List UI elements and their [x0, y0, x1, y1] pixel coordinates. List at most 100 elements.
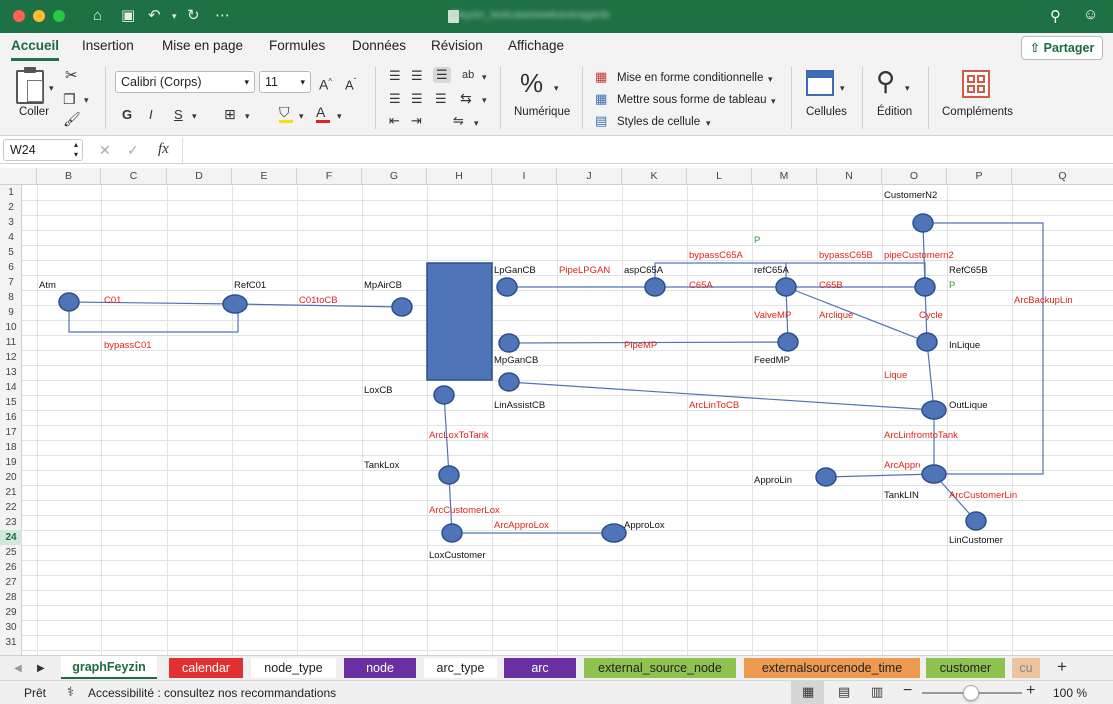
node-inlique[interactable]: [916, 332, 938, 352]
cell-label[interactable]: InLique: [949, 340, 980, 351]
cell-label[interactable]: ArcCustomerLin: [949, 490, 1017, 501]
text-direction-icon[interactable]: ⇋: [453, 113, 464, 129]
zoom-slider-thumb[interactable]: [963, 685, 979, 701]
cell-label[interactable]: Arclique: [819, 310, 853, 321]
node-lincustomer[interactable]: [965, 511, 987, 531]
text-direction-dropdown-icon[interactable]: ▾: [474, 115, 479, 131]
account-icon[interactable]: ☺: [1083, 6, 1098, 23]
table-format-button[interactable]: Mettre sous forme de tableau: [617, 93, 767, 107]
cell-label[interactable]: ArcApproLin: [884, 460, 920, 471]
row-header[interactable]: 12: [0, 350, 22, 365]
borders-icon[interactable]: ⊞: [224, 106, 236, 122]
row-header[interactable]: 17: [0, 425, 22, 440]
cell-label[interactable]: ArcApproLox: [494, 520, 549, 531]
row-header[interactable]: 6: [0, 260, 22, 275]
worksheet-grid[interactable]: Atm RefC01 C01 C01toCB bypassC01 MpAirCB…: [22, 185, 1113, 655]
node-tanklox[interactable]: [438, 465, 460, 485]
cell-label[interactable]: PipeLPGAN: [559, 265, 610, 276]
node-mpaircb[interactable]: [391, 297, 413, 317]
sheet-tab-arc-type[interactable]: arc_type: [424, 658, 497, 678]
cell-label[interactable]: ArcLoxToTank: [429, 430, 489, 441]
row-header[interactable]: 11: [0, 335, 22, 350]
cell-label[interactable]: C01: [104, 295, 121, 306]
scroll-right-icon[interactable]: ▶: [37, 661, 45, 677]
row-header[interactable]: 15: [0, 395, 22, 410]
row-header[interactable]: 31: [0, 635, 22, 650]
row-header[interactable]: 28: [0, 590, 22, 605]
zoom-window-button[interactable]: [53, 10, 65, 22]
row-header[interactable]: 21: [0, 485, 22, 500]
page-break-view-icon[interactable]: ▥: [871, 684, 883, 700]
node-approlox[interactable]: [601, 523, 627, 543]
cell-label[interactable]: ArcLinToCB: [689, 400, 739, 411]
cancel-icon[interactable]: ✕: [99, 142, 111, 158]
cell-label[interactable]: ApproLin: [754, 475, 792, 486]
paste-icon[interactable]: [16, 67, 44, 104]
addins-label[interactable]: Compléments: [942, 105, 1013, 119]
node-tanklin[interactable]: [921, 464, 947, 484]
tab-insertion[interactable]: Insertion: [82, 38, 134, 53]
align-top-icon[interactable]: ☰: [389, 68, 401, 84]
row-header[interactable]: 14: [0, 380, 22, 395]
row-header[interactable]: 1: [0, 185, 22, 200]
addins-icon[interactable]: [962, 70, 990, 98]
row-header[interactable]: 16: [0, 410, 22, 425]
sheet-tab-node-type[interactable]: node_type: [251, 658, 336, 678]
undo-dropdown-icon[interactable]: ▾: [172, 7, 177, 25]
merge-dropdown-icon[interactable]: ▾: [482, 92, 487, 108]
fill-color-icon[interactable]: ⛉: [279, 104, 293, 123]
row-header[interactable]: 24: [0, 530, 22, 545]
node-customern2[interactable]: [912, 213, 934, 233]
row-header[interactable]: 20: [0, 470, 22, 485]
accessibility-status[interactable]: Accessibilité : consultez nos recommanda…: [88, 686, 336, 700]
italic-button[interactable]: I: [149, 107, 153, 123]
cell-label[interactable]: CustomerN2: [884, 190, 937, 201]
cell-label[interactable]: ApproLox: [624, 520, 665, 531]
tab-accueil[interactable]: Accueil: [11, 38, 59, 53]
cell-label[interactable]: RefC01: [234, 280, 266, 291]
normal-view-button[interactable]: ▦: [791, 681, 824, 704]
column-header[interactable]: G: [362, 168, 427, 185]
save-icon[interactable]: ▣: [121, 7, 135, 25]
cell-label[interactable]: Atm: [39, 280, 56, 291]
column-header[interactable]: D: [167, 168, 232, 185]
align-middle-icon[interactable]: ☰: [411, 68, 423, 84]
zoom-in-icon[interactable]: +: [1026, 683, 1035, 699]
wrap-text-icon[interactable]: ⇆: [460, 90, 472, 106]
cell-label[interactable]: P: [754, 235, 760, 246]
insert-function-icon[interactable]: fx: [158, 141, 169, 157]
conditional-format-icon[interactable]: ▦: [595, 69, 607, 85]
align-center-icon[interactable]: ☰: [411, 91, 423, 107]
font-color-dropdown-icon[interactable]: ▾: [337, 108, 342, 124]
undo-icon[interactable]: ↶: [148, 7, 161, 25]
bold-button[interactable]: G: [122, 107, 132, 123]
cell-label[interactable]: P: [949, 280, 955, 291]
row-header[interactable]: 9: [0, 305, 22, 320]
cell-label[interactable]: FeedMP: [754, 355, 790, 366]
sheet-tab-graphfeyzin[interactable]: graphFeyzin: [61, 656, 157, 679]
node-linassistcb[interactable]: [498, 372, 520, 392]
chevron-down-icon[interactable]: ▾: [706, 115, 711, 131]
row-header[interactable]: 30: [0, 620, 22, 635]
grow-font-button[interactable]: A^: [319, 74, 332, 93]
fill-color-dropdown-icon[interactable]: ▾: [299, 108, 304, 124]
row-header[interactable]: 13: [0, 365, 22, 380]
row-header[interactable]: 26: [0, 560, 22, 575]
node-mpgancb[interactable]: [498, 333, 520, 353]
cell-label[interactable]: C01toCB: [299, 295, 338, 306]
tab-revision[interactable]: Révision: [431, 38, 483, 53]
node-loxcb[interactable]: [433, 385, 455, 405]
font-size-dropdown[interactable]: 11 ▾: [259, 71, 311, 93]
copy-icon[interactable]: ❐: [63, 91, 76, 107]
cell-label[interactable]: ArcLinfromtoTank: [884, 430, 958, 441]
page-layout-view-icon[interactable]: ▤: [838, 684, 850, 700]
column-header[interactable]: P: [947, 168, 1012, 185]
cell-label[interactable]: MpAirCB: [364, 280, 402, 291]
cell-label[interactable]: LoxCustomer: [429, 550, 486, 561]
copy-dropdown-icon[interactable]: ▾: [84, 92, 89, 108]
decrease-indent-icon[interactable]: ⇤: [389, 113, 400, 129]
edition-dropdown-icon[interactable]: ▾: [905, 80, 910, 96]
row-header[interactable]: 4: [0, 230, 22, 245]
column-header[interactable]: J: [557, 168, 622, 185]
row-header[interactable]: 19: [0, 455, 22, 470]
